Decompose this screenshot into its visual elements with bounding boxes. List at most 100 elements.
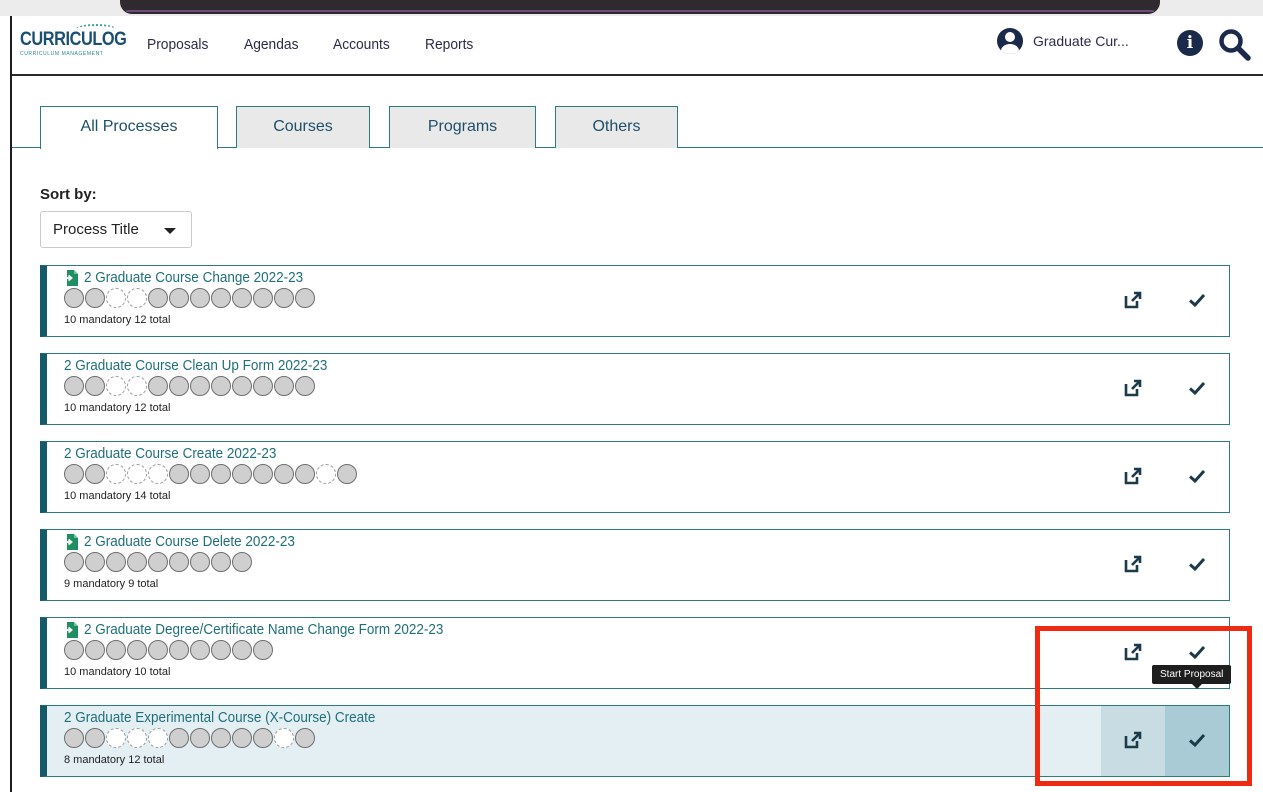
process-row[interactable]: 2 Graduate Course Clean Up Form 2022-23 1… <box>40 353 1230 425</box>
browser-top-strip <box>0 0 1263 16</box>
mandatory-step-icon <box>274 288 294 308</box>
mandatory-step-icon <box>232 288 252 308</box>
tab-programs[interactable]: Programs <box>389 106 536 148</box>
search-icon[interactable] <box>1218 28 1252 62</box>
mandatory-step-icon <box>64 464 84 484</box>
sort-dropdown[interactable]: Process Title <box>40 211 192 248</box>
mandatory-step-icon <box>295 288 315 308</box>
highlight-annotation-box <box>1035 626 1252 786</box>
mandatory-step-icon <box>169 288 189 308</box>
process-title[interactable]: 2 Graduate Course Delete 2022-23 <box>64 533 318 550</box>
process-tabs: All Processes Courses Programs Others <box>12 106 1263 149</box>
step-counts: 8 mandatory 12 total <box>64 754 165 766</box>
open-external-button[interactable] <box>1101 354 1165 424</box>
open-external-button[interactable] <box>1101 530 1165 600</box>
process-title[interactable]: 2 Graduate Course Create 2022-23 <box>64 445 300 462</box>
nav-proposals[interactable]: Proposals <box>147 36 208 53</box>
file-import-icon <box>64 621 78 638</box>
mandatory-step-icon <box>169 552 189 572</box>
file-import-icon <box>64 533 78 550</box>
mandatory-step-icon <box>169 376 189 396</box>
mandatory-step-icon <box>253 288 273 308</box>
main-nav: Proposals Agendas Accounts Reports <box>147 36 477 53</box>
mandatory-step-icon <box>211 288 231 308</box>
mandatory-step-icon <box>211 640 231 660</box>
process-title-text: 2 Graduate Degree/Certificate Name Chang… <box>84 621 444 638</box>
mandatory-step-icon <box>106 640 126 660</box>
mandatory-step-icon <box>274 376 294 396</box>
mandatory-step-icon <box>295 376 315 396</box>
process-title[interactable]: 2 Graduate Experimental Course (X-Course… <box>64 709 410 726</box>
sort-label: Sort by: <box>40 186 97 203</box>
mandatory-step-icon <box>232 376 252 396</box>
mandatory-step-icon <box>127 640 147 660</box>
user-menu[interactable]: Graduate Cur... <box>997 28 1129 54</box>
optional-step-icon <box>106 728 126 748</box>
process-title-text: 2 Graduate Course Delete 2022-23 <box>84 533 295 550</box>
mandatory-step-icon <box>106 552 126 572</box>
info-icon[interactable]: i <box>1177 30 1203 56</box>
mandatory-step-icon <box>190 288 210 308</box>
curriculog-logo[interactable]: CURRICULOG CURRICULUM MANAGEMENT <box>20 24 127 64</box>
step-counts: 10 mandatory 12 total <box>64 314 171 326</box>
mandatory-step-icon <box>253 728 273 748</box>
process-title-text: 2 Graduate Course Create 2022-23 <box>64 445 277 462</box>
mandatory-step-icon <box>64 640 84 660</box>
nav-accounts[interactable]: Accounts <box>333 36 390 53</box>
mandatory-step-icon <box>232 464 252 484</box>
mandatory-step-icon <box>211 552 231 572</box>
process-title[interactable]: 2 Graduate Course Change 2022-23 <box>64 269 328 286</box>
open-external-button[interactable] <box>1101 442 1165 512</box>
optional-step-icon <box>148 728 168 748</box>
process-title-text: 2 Graduate Course Change 2022-23 <box>84 269 304 286</box>
optional-step-icon <box>127 728 147 748</box>
mandatory-step-icon <box>85 728 105 748</box>
mandatory-step-icon <box>85 376 105 396</box>
mandatory-step-icon <box>253 376 273 396</box>
process-title[interactable]: 2 Graduate Course Clean Up Form 2022-23 <box>64 357 357 374</box>
nav-reports[interactable]: Reports <box>425 36 473 53</box>
user-name: Graduate Cur... <box>1033 33 1129 49</box>
mandatory-step-icon <box>169 728 189 748</box>
mandatory-step-icon <box>127 552 147 572</box>
mandatory-step-icon <box>211 464 231 484</box>
browser-address-bar <box>120 0 1160 14</box>
tab-others[interactable]: Others <box>555 106 678 148</box>
mandatory-step-icon <box>85 288 105 308</box>
step-indicators <box>64 728 315 748</box>
mandatory-step-icon <box>190 728 210 748</box>
mandatory-step-icon <box>169 640 189 660</box>
optional-step-icon <box>106 464 126 484</box>
process-title[interactable]: 2 Graduate Degree/Certificate Name Chang… <box>64 621 483 638</box>
mandatory-step-icon <box>148 640 168 660</box>
logo-subtitle: CURRICULUM MANAGEMENT <box>20 51 104 57</box>
open-external-button[interactable] <box>1101 266 1165 336</box>
header: CURRICULOG CURRICULUM MANAGEMENT Proposa… <box>12 16 1263 76</box>
tab-all-processes[interactable]: All Processes <box>40 106 218 149</box>
process-row[interactable]: 2 Graduate Course Delete 2022-23 9 mandat… <box>40 529 1230 601</box>
step-counts: 10 mandatory 10 total <box>64 666 171 678</box>
mandatory-step-icon <box>253 640 273 660</box>
process-row[interactable]: 2 Graduate Course Change 2022-23 10 manda… <box>40 265 1230 337</box>
step-counts: 9 mandatory 9 total <box>64 578 159 590</box>
mandatory-step-icon <box>295 464 315 484</box>
mandatory-step-icon <box>232 552 252 572</box>
step-counts: 10 mandatory 12 total <box>64 402 171 414</box>
start-proposal-button[interactable] <box>1165 530 1229 600</box>
mandatory-step-icon <box>64 552 84 572</box>
process-row[interactable]: 2 Graduate Course Create 2022-23 10 manda… <box>40 441 1230 513</box>
logo-text: CURRICULOG <box>20 29 127 50</box>
user-avatar-icon <box>997 28 1023 54</box>
tab-courses[interactable]: Courses <box>236 106 370 148</box>
mandatory-step-icon <box>232 640 252 660</box>
mandatory-step-icon <box>148 376 168 396</box>
start-proposal-button[interactable] <box>1165 354 1229 424</box>
optional-step-icon <box>127 464 147 484</box>
start-proposal-button[interactable] <box>1165 266 1229 336</box>
optional-step-icon <box>274 728 294 748</box>
file-import-icon <box>64 269 78 286</box>
optional-step-icon <box>127 376 147 396</box>
optional-step-icon <box>106 376 126 396</box>
start-proposal-button[interactable] <box>1165 442 1229 512</box>
nav-agendas[interactable]: Agendas <box>244 36 298 53</box>
